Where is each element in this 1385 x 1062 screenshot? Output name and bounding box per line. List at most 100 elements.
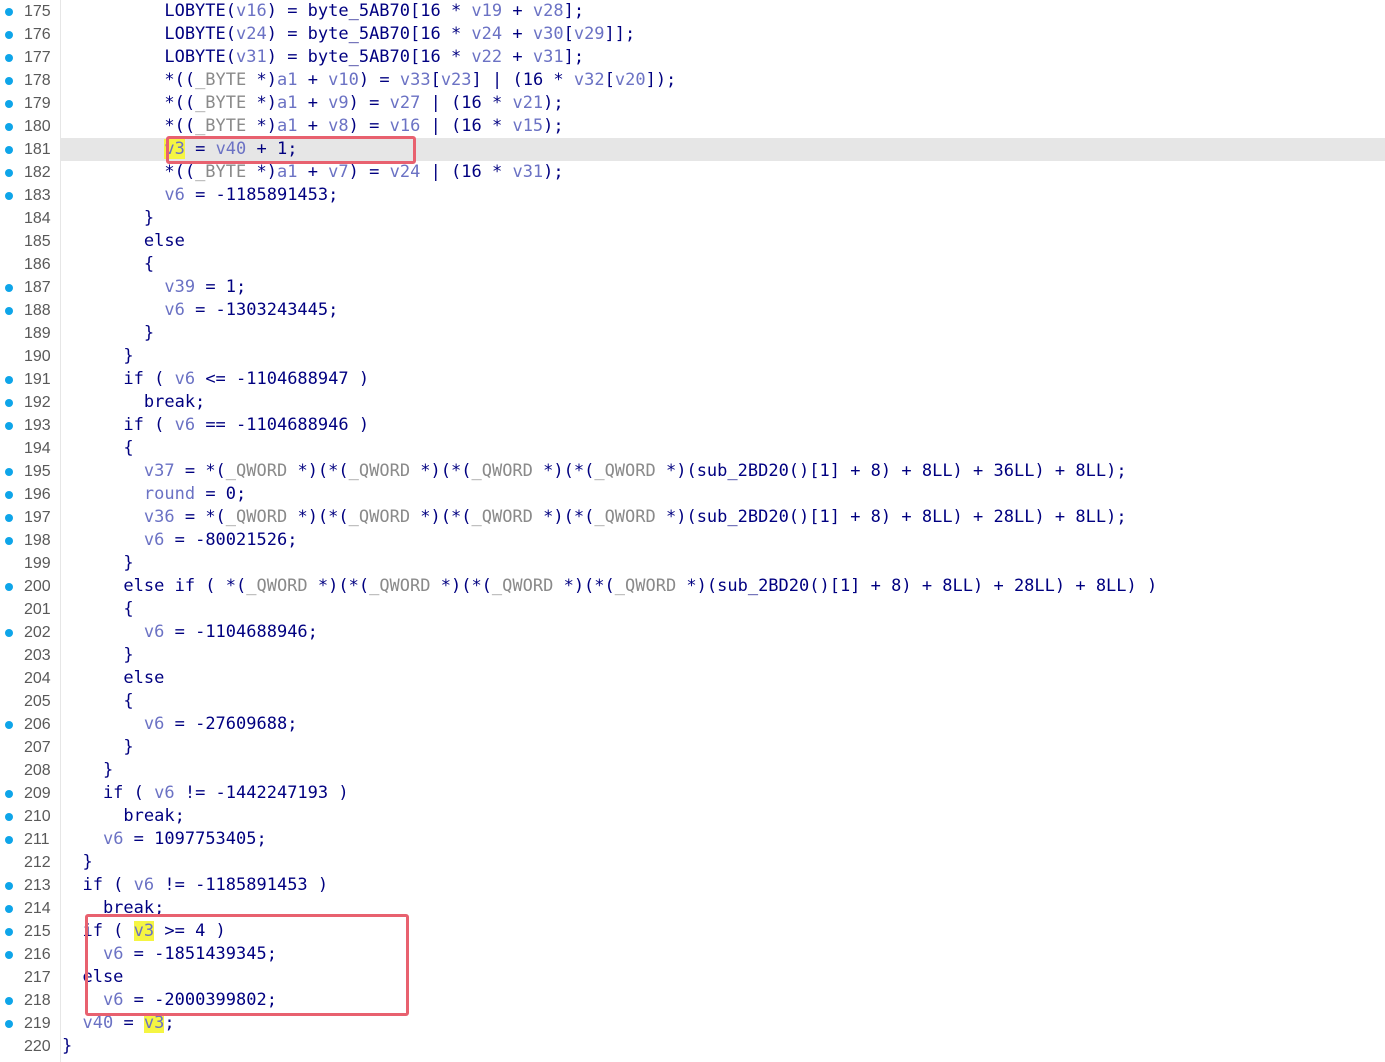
line-gutter[interactable]: 209 xyxy=(0,782,60,805)
code-line[interactable]: 184 } xyxy=(0,207,1385,230)
line-gutter[interactable]: 197 xyxy=(0,506,60,529)
code-line[interactable]: 198 v6 = -80021526; xyxy=(0,529,1385,552)
code-line[interactable]: 176 LOBYTE(v24) = byte_5AB70[16 * v24 + … xyxy=(0,23,1385,46)
breakpoint-dot-icon[interactable] xyxy=(5,537,13,545)
breakpoint-dot-icon[interactable] xyxy=(5,721,13,729)
line-gutter[interactable]: 194 xyxy=(0,437,60,460)
line-gutter[interactable]: 212 xyxy=(0,851,60,874)
line-gutter[interactable]: 195 xyxy=(0,460,60,483)
code-line[interactable]: 218 v6 = -2000399802; xyxy=(0,989,1385,1012)
line-gutter[interactable]: 183 xyxy=(0,184,60,207)
breakpoint-dot-icon[interactable] xyxy=(5,77,13,85)
line-gutter[interactable]: 216 xyxy=(0,943,60,966)
breakpoint-dot-icon[interactable] xyxy=(5,491,13,499)
line-gutter[interactable]: 185 xyxy=(0,230,60,253)
line-gutter[interactable]: 206 xyxy=(0,713,60,736)
code-line[interactable]: 205 { xyxy=(0,690,1385,713)
code-line[interactable]: 209 if ( v6 != -1442247193 ) xyxy=(0,782,1385,805)
line-gutter[interactable]: 204 xyxy=(0,667,60,690)
line-gutter[interactable]: 201 xyxy=(0,598,60,621)
code-line[interactable]: 212 } xyxy=(0,851,1385,874)
code-line[interactable]: 179 *((_BYTE *)a1 + v9) = v27 | (16 * v2… xyxy=(0,92,1385,115)
line-gutter[interactable]: 207 xyxy=(0,736,60,759)
breakpoint-dot-icon[interactable] xyxy=(5,836,13,844)
line-gutter[interactable]: 217 xyxy=(0,966,60,989)
code-line[interactable]: 190 } xyxy=(0,345,1385,368)
line-gutter[interactable]: 178 xyxy=(0,69,60,92)
line-gutter[interactable]: 219 xyxy=(0,1012,60,1035)
breakpoint-dot-icon[interactable] xyxy=(5,629,13,637)
breakpoint-dot-icon[interactable] xyxy=(5,8,13,16)
code-line[interactable]: 187 v39 = 1; xyxy=(0,276,1385,299)
breakpoint-dot-icon[interactable] xyxy=(5,583,13,591)
line-gutter[interactable]: 192 xyxy=(0,391,60,414)
breakpoint-dot-icon[interactable] xyxy=(5,307,13,315)
line-gutter[interactable]: 213 xyxy=(0,874,60,897)
breakpoint-dot-icon[interactable] xyxy=(5,1020,13,1028)
code-line[interactable]: 202 v6 = -1104688946; xyxy=(0,621,1385,644)
code-line[interactable]: 191 if ( v6 <= -1104688947 ) xyxy=(0,368,1385,391)
code-line[interactable]: 220} xyxy=(0,1035,1385,1058)
code-line[interactable]: 194 { xyxy=(0,437,1385,460)
breakpoint-dot-icon[interactable] xyxy=(5,100,13,108)
breakpoint-dot-icon[interactable] xyxy=(5,169,13,177)
code-line[interactable]: 216 v6 = -1851439345; xyxy=(0,943,1385,966)
code-line[interactable]: 217 else xyxy=(0,966,1385,989)
breakpoint-dot-icon[interactable] xyxy=(5,422,13,430)
code-line[interactable]: 180 *((_BYTE *)a1 + v8) = v16 | (16 * v1… xyxy=(0,115,1385,138)
line-gutter[interactable]: 176 xyxy=(0,23,60,46)
code-line[interactable]: 193 if ( v6 == -1104688946 ) xyxy=(0,414,1385,437)
code-line[interactable]: 192 break; xyxy=(0,391,1385,414)
line-gutter[interactable]: 187 xyxy=(0,276,60,299)
breakpoint-dot-icon[interactable] xyxy=(5,31,13,39)
breakpoint-dot-icon[interactable] xyxy=(5,514,13,522)
code-line[interactable]: 208 } xyxy=(0,759,1385,782)
code-line[interactable]: 196 round = 0; xyxy=(0,483,1385,506)
line-gutter[interactable]: 190 xyxy=(0,345,60,368)
breakpoint-dot-icon[interactable] xyxy=(5,905,13,913)
line-gutter[interactable]: 189 xyxy=(0,322,60,345)
line-gutter[interactable]: 191 xyxy=(0,368,60,391)
line-gutter[interactable]: 205 xyxy=(0,690,60,713)
code-line[interactable]: 181 v3 = v40 + 1; xyxy=(0,138,1385,161)
code-line[interactable]: 195 v37 = *(_QWORD *)(*(_QWORD *)(*(_QWO… xyxy=(0,460,1385,483)
line-gutter[interactable]: 177 xyxy=(0,46,60,69)
line-gutter[interactable]: 198 xyxy=(0,529,60,552)
code-line[interactable]: 189 } xyxy=(0,322,1385,345)
code-line[interactable]: 201 { xyxy=(0,598,1385,621)
code-line[interactable]: 177 LOBYTE(v31) = byte_5AB70[16 * v22 + … xyxy=(0,46,1385,69)
code-line[interactable]: 210 break; xyxy=(0,805,1385,828)
code-line[interactable]: 214 break; xyxy=(0,897,1385,920)
breakpoint-dot-icon[interactable] xyxy=(5,928,13,936)
code-line[interactable]: 178 *((_BYTE *)a1 + v10) = v33[v23] | (1… xyxy=(0,69,1385,92)
breakpoint-dot-icon[interactable] xyxy=(5,284,13,292)
code-line[interactable]: 219 v40 = v3; xyxy=(0,1012,1385,1035)
line-gutter[interactable]: 193 xyxy=(0,414,60,437)
line-gutter[interactable]: 186 xyxy=(0,253,60,276)
breakpoint-dot-icon[interactable] xyxy=(5,790,13,798)
breakpoint-dot-icon[interactable] xyxy=(5,54,13,62)
line-gutter[interactable]: 182 xyxy=(0,161,60,184)
line-gutter[interactable]: 200 xyxy=(0,575,60,598)
code-line[interactable]: 185 else xyxy=(0,230,1385,253)
line-gutter[interactable]: 199 xyxy=(0,552,60,575)
code-line[interactable]: 207 } xyxy=(0,736,1385,759)
breakpoint-dot-icon[interactable] xyxy=(5,468,13,476)
line-gutter[interactable]: 181 xyxy=(0,138,60,161)
breakpoint-dot-icon[interactable] xyxy=(5,376,13,384)
pseudocode-editor[interactable]: 175 LOBYTE(v16) = byte_5AB70[16 * v19 + … xyxy=(0,0,1385,1062)
line-gutter[interactable]: 208 xyxy=(0,759,60,782)
code-line[interactable]: 188 v6 = -1303243445; xyxy=(0,299,1385,322)
line-gutter[interactable]: 210 xyxy=(0,805,60,828)
breakpoint-dot-icon[interactable] xyxy=(5,123,13,131)
line-gutter[interactable]: 180 xyxy=(0,115,60,138)
line-gutter[interactable]: 196 xyxy=(0,483,60,506)
code-line[interactable]: 183 v6 = -1185891453; xyxy=(0,184,1385,207)
code-line[interactable]: 213 if ( v6 != -1185891453 ) xyxy=(0,874,1385,897)
breakpoint-dot-icon[interactable] xyxy=(5,399,13,407)
line-gutter[interactable]: 214 xyxy=(0,897,60,920)
line-gutter[interactable]: 203 xyxy=(0,644,60,667)
line-gutter[interactable]: 220 xyxy=(0,1035,60,1058)
line-gutter[interactable]: 175 xyxy=(0,0,60,23)
code-line[interactable]: 215 if ( v3 >= 4 ) xyxy=(0,920,1385,943)
